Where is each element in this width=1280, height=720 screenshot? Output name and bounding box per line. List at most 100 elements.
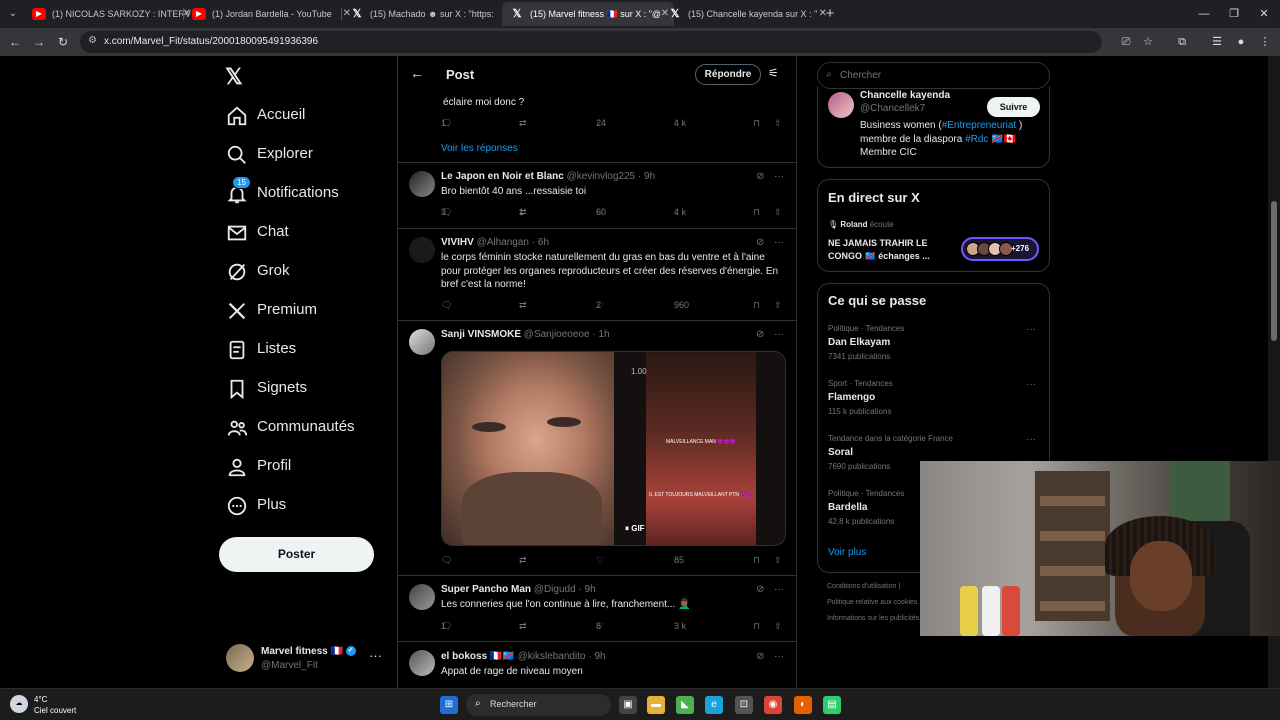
reply-button[interactable]: Répondre <box>695 64 761 85</box>
task-view-icon[interactable]: ▣ <box>619 696 637 714</box>
avatar[interactable] <box>409 329 435 355</box>
sidebar-item-chat[interactable]: Chat <box>224 218 394 248</box>
footer-link[interactable]: Informations sur les publicités <box>827 615 919 622</box>
reply-tweet[interactable]: Sanji VINSMOKE @Sanjioeoeoe · 1h ⊘ ··· M… <box>398 321 796 576</box>
x-logo-icon[interactable]: 𝕏 <box>225 64 243 90</box>
more-icon[interactable]: ··· <box>1026 379 1036 390</box>
share-icon[interactable]: ⇧ <box>774 555 782 566</box>
share-icon[interactable]: ⇧ <box>774 300 782 311</box>
tab-search-icon[interactable]: ⌄ <box>4 5 22 23</box>
sidebar-item-listes[interactable]: Listes <box>224 335 394 365</box>
reply-tweet[interactable]: Super Pancho Man @Digudd · 9h ⊘ ··· Les … <box>398 576 796 642</box>
sidebar-item-notifications[interactable]: 15 Notifications <box>224 176 394 209</box>
author-name[interactable]: Le Japon en Noir et Blanc <box>441 171 564 182</box>
minimize-icon[interactable]: — <box>1194 4 1214 24</box>
scrollbar-thumb[interactable] <box>1271 201 1277 341</box>
grok-icon[interactable]: ⊘ <box>756 171 764 182</box>
file-explorer-icon[interactable]: ▬ <box>647 696 665 714</box>
footer-link[interactable]: Politique relative aux cookies <box>827 599 917 606</box>
grok-icon[interactable]: ⊘ <box>756 651 764 662</box>
url-field[interactable]: ⚙ x.com/Marvel_Fit/status/20001800954919… <box>80 31 1102 53</box>
reply-tweet[interactable]: el bokoss 🇫🇷🇨🇩 @kikslebandito · 9h ⊘ ···… <box>398 642 796 688</box>
tweet-gif[interactable]: MALVEILLANCE MAN 😈😈😈 IL EST TOUJOURS MAL… <box>441 351 786 546</box>
bookmark-icon[interactable]: ⊓ <box>753 300 760 311</box>
back-icon[interactable]: ← <box>6 33 24 51</box>
bookmark-star-icon[interactable]: ☆ <box>1139 33 1157 51</box>
sidebar-item-plus[interactable]: Plus <box>224 491 394 521</box>
bookmark-icon[interactable]: ⊓ <box>753 555 760 566</box>
hashtag-link[interactable]: #Entrepreneuriat <box>942 120 1017 131</box>
more-icon[interactable]: ··· <box>369 648 382 663</box>
close-window-icon[interactable]: ✕ <box>1254 4 1274 24</box>
share-icon[interactable]: ⇧ <box>774 118 782 129</box>
more-icon[interactable]: ··· <box>774 171 784 182</box>
retweet-icon[interactable]: ⇄ <box>519 621 527 632</box>
retweet-icon[interactable]: ⇄ <box>519 300 527 311</box>
more-icon[interactable]: ··· <box>1026 324 1036 335</box>
more-icon[interactable]: ··· <box>1026 434 1036 445</box>
avatar[interactable] <box>409 650 435 676</box>
browser-tab[interactable]: 𝕏 (15) Machado ☻ sur X : "https: ✕ <box>342 2 514 26</box>
reading-list-icon[interactable]: ☰ <box>1208 33 1226 51</box>
grok-icon[interactable]: ⊘ <box>756 329 764 340</box>
author-name[interactable]: Sanji VINSMOKE <box>441 329 521 340</box>
sidebar-item-communautes[interactable]: Communautés <box>224 413 394 443</box>
sidebar-item-premium[interactable]: Premium <box>224 296 394 326</box>
author-name[interactable]: VIVIHV <box>441 237 474 248</box>
sidebar-item-profil[interactable]: Profil <box>224 452 394 482</box>
windows-start-icon[interactable]: ⊞ <box>440 696 458 714</box>
grok-icon[interactable]: ⊘ <box>756 237 764 248</box>
more-icon[interactable]: ··· <box>774 329 784 340</box>
browser-tab[interactable]: 𝕏 (15) Chancelle kayenda sur X : " ✕ <box>660 2 832 26</box>
footer-link[interactable]: Conditions d'utilisation | <box>827 583 900 590</box>
back-arrow-icon[interactable]: ← <box>410 65 424 81</box>
reload-icon[interactable]: ↻ <box>54 33 72 51</box>
bookmark-icon[interactable]: ⊓ <box>753 621 760 632</box>
forward-icon[interactable]: → <box>30 33 48 51</box>
store-icon[interactable]: ⊡ <box>735 696 753 714</box>
sidebar-item-explorer[interactable]: Explorer <box>224 140 394 170</box>
grok-icon[interactable]: ⊘ <box>756 584 764 595</box>
hashtag-link[interactable]: #Rdc <box>965 134 988 145</box>
reply-icon[interactable]: 🗨︎ <box>441 300 452 311</box>
bookmark-icon[interactable]: ⊓ <box>753 118 760 129</box>
more-icon[interactable]: ··· <box>774 237 784 248</box>
reply-tweet[interactable]: Le Japon en Noir et Blanc @kevinvlog225 … <box>398 163 796 229</box>
follow-button[interactable]: Suivre <box>987 97 1040 117</box>
heart-icon[interactable]: ♡ <box>596 555 604 566</box>
reply-tweet[interactable]: VIVIHV @Alhangan · 6h ⊘ ··· le corps fém… <box>398 229 796 321</box>
retweet-icon[interactable]: ⇄ <box>519 118 527 129</box>
see-more-link[interactable]: Voir plus <box>828 547 866 558</box>
retweet-icon[interactable]: ⇄ <box>519 555 527 566</box>
new-tab-icon[interactable]: + <box>820 4 840 24</box>
taskbar-search[interactable]: ⌕ Rechercher <box>466 694 611 716</box>
live-spaces-card[interactable]: En direct sur X 🎙︎ Roland écoute NE JAMA… <box>817 179 1050 272</box>
share-icon[interactable]: ⇧ <box>774 621 782 632</box>
trend-item[interactable]: Politique · Tendances Dan Elkayam 7341 p… <box>828 324 1040 368</box>
filter-icon[interactable]: ⚟ <box>768 66 779 80</box>
browser-tab[interactable]: ▶ (1) Jordan Bardella - YouTube ✕ <box>184 2 356 26</box>
cast-icon[interactable]: ⎚ <box>1117 33 1135 51</box>
see-replies-link[interactable]: Voir les réponses <box>441 143 518 154</box>
author-name[interactable]: Super Pancho Man <box>441 584 531 595</box>
extensions-icon[interactable]: ⧉ <box>1173 33 1191 51</box>
sidebar-item-grok[interactable]: Grok <box>224 257 394 287</box>
sidebar-item-accueil[interactable]: Accueil <box>224 101 394 131</box>
avatar[interactable] <box>409 237 435 263</box>
edge-icon[interactable]: e <box>705 696 723 714</box>
reply-icon[interactable]: 🗨︎ <box>441 555 452 566</box>
bookmark-icon[interactable]: ⊓ <box>753 207 760 218</box>
avatar[interactable] <box>409 584 435 610</box>
space-listeners[interactable]: +276 <box>961 237 1039 261</box>
app-icon[interactable]: ▤ <box>823 696 841 714</box>
gif-control[interactable]: ⏸ GIF <box>625 524 645 534</box>
post-button[interactable]: Poster <box>219 537 374 572</box>
weather-widget[interactable]: ☁ 4°C Ciel couvert <box>10 693 120 717</box>
sidebar-item-signets[interactable]: Signets <box>224 374 394 404</box>
browser-tab-active[interactable]: 𝕏 (15) Marvel fitness 🇫🇷 sur X : "@ ✕ <box>502 2 674 26</box>
more-icon[interactable]: ··· <box>774 584 784 595</box>
avatar[interactable] <box>409 171 435 197</box>
avatar[interactable] <box>828 92 854 118</box>
chrome-icon[interactable]: ◉ <box>764 696 782 714</box>
nvidia-icon[interactable]: ◣ <box>676 696 694 714</box>
